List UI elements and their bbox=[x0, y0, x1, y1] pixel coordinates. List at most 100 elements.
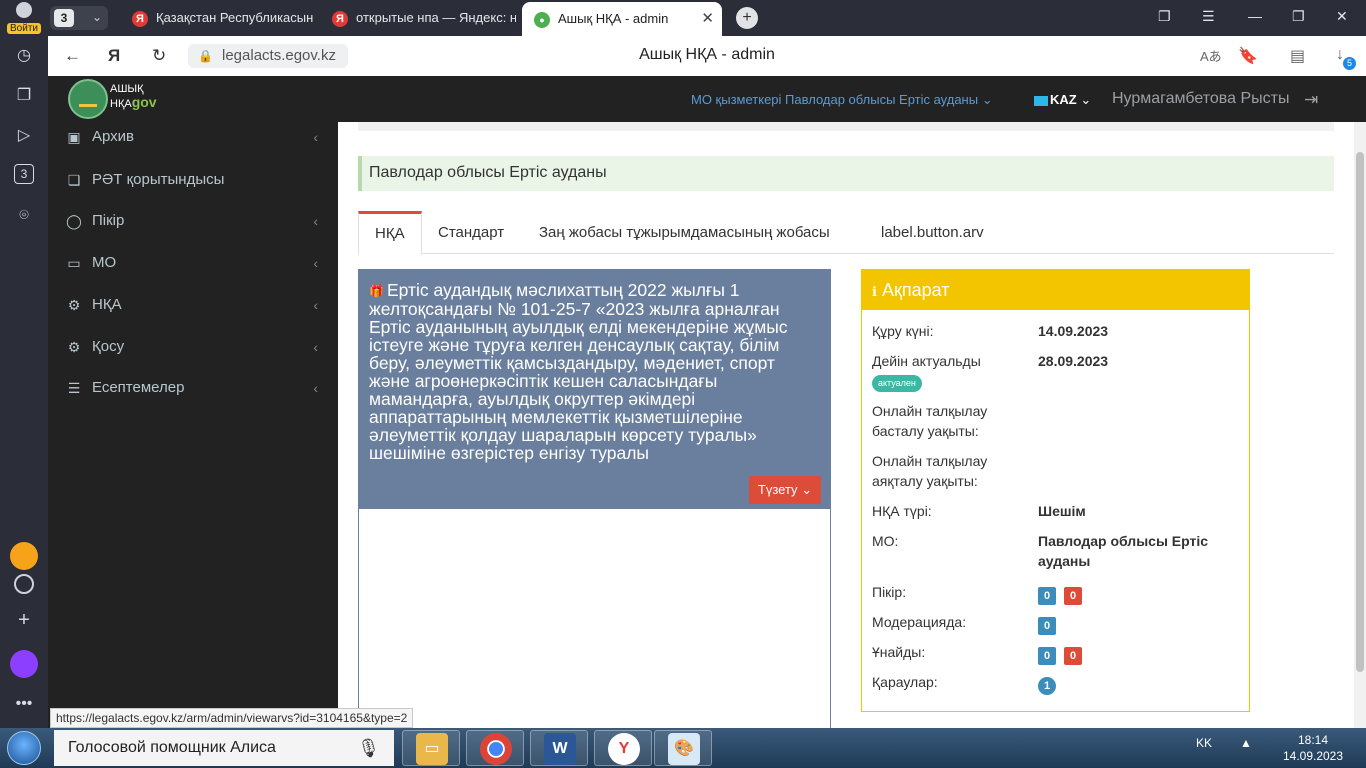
info-label: Қараулар: bbox=[872, 674, 938, 690]
tab-label: Ашық НҚА - admin bbox=[558, 11, 669, 26]
org-label: МО қызметкері Павлодар облысы Ертіс ауда… bbox=[691, 92, 979, 107]
sidebar-item-label: НҚА bbox=[92, 296, 122, 313]
chevron-left-icon: ‹ bbox=[313, 297, 318, 313]
history-icon[interactable]: ◷ bbox=[12, 44, 36, 68]
opinion-negative-badge[interactable]: 0 bbox=[1064, 587, 1082, 605]
restore-icon[interactable]: ❐ bbox=[1292, 8, 1305, 25]
alice-icon[interactable] bbox=[10, 650, 38, 678]
windows-logo-icon bbox=[7, 731, 41, 765]
info-label: Ұнайды: bbox=[872, 644, 926, 660]
info-value: 14.09.2023 bbox=[1038, 323, 1109, 339]
network-icon[interactable]: ▲ bbox=[1240, 736, 1252, 750]
translate-icon[interactable]: Aあ bbox=[1200, 46, 1222, 65]
list-icon: ☰ bbox=[67, 380, 81, 396]
browser-tab-2[interactable]: Яоткрытые нпа — Яндекс: н bbox=[332, 4, 516, 32]
logo-text: АШЫҚ НҚАgov bbox=[110, 83, 157, 111]
new-tab-button[interactable]: + bbox=[736, 7, 758, 29]
taskbar-yandex-browser[interactable]: Y bbox=[594, 730, 652, 766]
mic-muted-icon[interactable]: 🎙 bbox=[357, 730, 380, 766]
region-banner: Павлодар облысы Ертіс ауданы bbox=[358, 156, 1334, 191]
reader-icon[interactable]: ▤ bbox=[1290, 46, 1305, 66]
browser-tab-active[interactable]: ● Ашық НҚА - admin ✕ bbox=[522, 2, 722, 36]
bookmarks-icon[interactable]: ❐ bbox=[1158, 8, 1171, 25]
sidebar-menu: ▣ Архив ‹ ❏ РӘТ қорытындысы ◯ Пікір ‹ ▭ … bbox=[48, 122, 338, 728]
bookmark-icon[interactable]: 🔖 bbox=[1238, 46, 1258, 66]
sidebar-item-opinion[interactable]: ◯ Пікір ‹ bbox=[48, 201, 338, 241]
tab-draft-concept[interactable]: Заң жобасы тұжырымдамасының жобасы bbox=[523, 211, 846, 254]
scrollbar-thumb[interactable] bbox=[1356, 152, 1364, 672]
video-icon[interactable]: ▷ bbox=[12, 124, 36, 148]
main-content: Павлодар облысы Ертіс ауданы НҚА Стандар… bbox=[338, 122, 1354, 728]
system-clock[interactable]: 18:14 14.09.2023 bbox=[1278, 732, 1348, 764]
chevron-left-icon: ‹ bbox=[313, 380, 318, 396]
chevron-left-icon: ‹ bbox=[313, 339, 318, 355]
taskbar-explorer[interactable]: ▭ bbox=[402, 730, 460, 766]
tab-arv[interactable]: label.button.arv bbox=[865, 211, 1000, 254]
collections-icon[interactable]: ❐ bbox=[12, 84, 36, 108]
page-title: Ашық НҚА - admin bbox=[639, 46, 775, 63]
login-button[interactable]: Войти bbox=[4, 2, 44, 34]
likes-count-badge[interactable]: 0 bbox=[1038, 647, 1056, 665]
info-label: Модерацияда: bbox=[872, 614, 967, 630]
views-count-badge: 1 bbox=[1038, 677, 1056, 695]
info-label: МО: bbox=[872, 533, 899, 549]
start-button[interactable] bbox=[4, 730, 44, 766]
mail-app-icon[interactable] bbox=[10, 542, 38, 570]
tab-nka[interactable]: НҚА bbox=[358, 211, 422, 255]
keyboard-language[interactable]: KK bbox=[1196, 736, 1212, 750]
edit-button[interactable]: Түзету ⌄ bbox=[749, 476, 821, 504]
messenger-app-icon[interactable] bbox=[14, 574, 34, 594]
taskbar-word[interactable]: W bbox=[530, 730, 588, 766]
chevron-left-icon: ‹ bbox=[313, 129, 318, 145]
user-name[interactable]: Нурмагамбетова Рысты bbox=[1112, 90, 1289, 108]
profile-icon bbox=[16, 2, 32, 18]
tab-standard[interactable]: Стандарт bbox=[422, 211, 520, 254]
sidebar-item-nka[interactable]: ⚙ НҚА ‹ bbox=[48, 285, 338, 325]
chevron-left-icon: ‹ bbox=[313, 255, 318, 271]
more-icon[interactable]: ••• bbox=[12, 692, 36, 716]
tab-count-icon[interactable]: 3 bbox=[14, 164, 34, 184]
sidebar-item-archive[interactable]: ▣ Архив ‹ bbox=[48, 117, 338, 157]
sidebar-item-reports[interactable]: ☰ Есептемелер ‹ bbox=[48, 368, 338, 408]
alice-voice-assistant[interactable]: Голосовой помощник Алиса 🎙 bbox=[54, 730, 394, 766]
logout-icon[interactable]: ⇥ bbox=[1304, 90, 1318, 110]
folder-icon: ▭ bbox=[416, 733, 448, 765]
info-value: Шешім bbox=[1038, 503, 1086, 519]
browser-tab-1[interactable]: Я Қазақстан Республикасын bbox=[132, 4, 316, 32]
minimize-icon[interactable]: — bbox=[1248, 8, 1262, 24]
screenshot-icon[interactable]: ⌾ bbox=[12, 204, 36, 228]
gift-icon: 🎁 bbox=[369, 284, 384, 298]
tab-group-button[interactable]: 3 ⌄ bbox=[50, 6, 108, 30]
taskbar-chrome[interactable] bbox=[466, 730, 524, 766]
chevron-down-icon: ⌄ bbox=[91, 10, 102, 24]
sidebar-item-label: МО bbox=[92, 254, 117, 271]
logo-gov: gov bbox=[131, 94, 157, 110]
gear-icon: ⚙ bbox=[67, 339, 81, 355]
word-icon: W bbox=[544, 733, 576, 765]
sidebar-item-mo[interactable]: ▭ МО ‹ bbox=[48, 243, 338, 283]
menu-icon[interactable]: ☰ bbox=[1202, 8, 1215, 25]
org-dropdown[interactable]: МО қызметкері Павлодар облысы Ертіс ауда… bbox=[691, 92, 993, 108]
page-scrollbar[interactable] bbox=[1354, 122, 1366, 728]
moderation-count-badge[interactable]: 0 bbox=[1038, 617, 1056, 635]
yandex-icon: Я bbox=[332, 10, 348, 27]
close-tab-icon[interactable]: ✕ bbox=[701, 2, 714, 36]
opinion-count-badge[interactable]: 0 bbox=[1038, 587, 1056, 605]
info-header: ℹ Ақпарат bbox=[862, 270, 1249, 310]
info-value: Павлодар облысы Ертіс ауданы bbox=[1038, 533, 1209, 569]
close-window-icon[interactable]: ✕ bbox=[1336, 8, 1348, 25]
sidebar-item-add[interactable]: ⚙ Қосу ‹ bbox=[48, 327, 338, 367]
sidebar-item-ret[interactable]: ❏ РӘТ қорытындысы bbox=[48, 160, 338, 200]
site-logo[interactable] bbox=[68, 79, 108, 119]
taskbar-paint[interactable]: 🎨 bbox=[654, 730, 712, 766]
address-bar: ← Я ↻ 🔒 legalacts.egov.kz Ашық НҚА - adm… bbox=[48, 36, 1366, 76]
language-dropdown[interactable]: KAZ ⌄ bbox=[1034, 92, 1091, 108]
sidebar-item-label: Есептемелер bbox=[92, 379, 185, 396]
windows-taskbar: Голосовой помощник Алиса 🎙 ▭ W Y 🎨 KK ▲ … bbox=[0, 728, 1366, 768]
chevron-down-icon: ⌄ bbox=[1080, 92, 1092, 107]
browser-side-rail: Войти ◷ ❐ ▷ 3 ⌾ + ••• bbox=[0, 0, 48, 728]
sidebar-item-label: Пікір bbox=[92, 212, 125, 229]
add-app-icon[interactable]: + bbox=[12, 608, 36, 632]
alice-label: Голосовой помощник Алиса bbox=[68, 739, 276, 756]
dislikes-count-badge[interactable]: 0 bbox=[1064, 647, 1082, 665]
